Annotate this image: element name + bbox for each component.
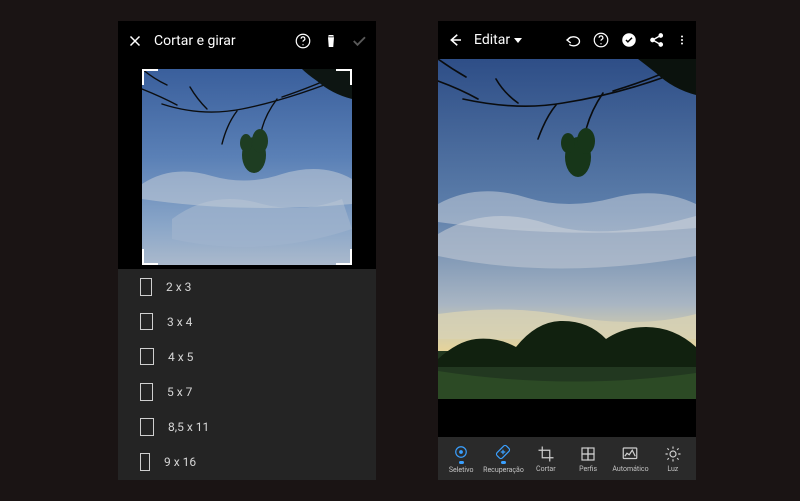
edit-screen: Editar [438,21,696,480]
selective-icon [452,443,470,461]
close-icon[interactable] [126,32,144,50]
edit-topbar: Editar [438,21,696,59]
auto-icon [621,445,639,463]
more-icon[interactable] [676,31,688,49]
crop-screen: Cortar e girar [118,21,376,480]
tool-label: Cortar [536,465,556,473]
ratio-box-icon [140,313,153,330]
help-icon[interactable] [592,31,610,49]
ratio-box-icon [140,453,150,471]
crop-handle-tl[interactable] [142,69,158,85]
aspect-ratio-list[interactable]: 2 x 3 3 x 4 4 x 5 5 x 7 8,5 x 11 9 x 16 [118,269,376,480]
ratio-label: 5 x 7 [167,385,192,399]
crop-stage [118,61,376,269]
confirm-icon[interactable] [350,32,368,50]
crop-handle-bl[interactable] [142,249,158,265]
photo-canvas[interactable] [438,59,696,399]
crop-handle-br[interactable] [336,249,352,265]
ratio-label: 8,5 x 11 [168,420,209,434]
ratio-2x3[interactable]: 2 x 3 [118,269,376,304]
edit-label-text: Editar [474,32,510,48]
tool-profiles[interactable]: Perfis [567,445,609,473]
ratio-5x7[interactable]: 5 x 7 [118,374,376,409]
tool-label: Perfis [579,465,597,473]
chevron-down-icon [514,38,522,43]
profiles-icon [579,445,597,463]
tool-label: Recuperação [483,466,524,474]
tool-light[interactable]: Luz [652,445,694,473]
tool-healing[interactable]: Recuperação [482,443,524,474]
back-icon[interactable] [446,31,464,49]
photo-padding [438,399,696,437]
share-icon[interactable] [648,31,666,49]
ratio-box-icon [140,383,153,401]
tool-label: Luz [667,465,678,473]
tool-label: Seletivo [449,466,474,474]
crop-topbar: Cortar e girar [118,21,376,61]
ratio-box-icon [140,418,154,436]
ratio-box-icon [140,348,154,365]
ratio-label: 3 x 4 [167,315,192,329]
tool-label: Automático [612,465,648,473]
healing-icon [494,443,512,461]
light-icon [664,445,682,463]
delete-icon[interactable] [322,32,340,50]
crop-handle-tr[interactable] [336,69,352,85]
ratio-9x16[interactable]: 9 x 16 [118,444,376,479]
edit-tools-bar: Seletivo Recuperação Cortar Perfis Au [438,437,696,480]
ratio-box-icon [140,278,152,296]
tool-auto[interactable]: Automático [609,445,651,473]
crop-title: Cortar e girar [154,33,236,49]
undo-icon[interactable] [564,31,582,49]
crop-frame[interactable] [142,69,352,265]
confirm-circle-icon[interactable] [620,31,638,49]
ratio-85x11[interactable]: 8,5 x 11 [118,409,376,444]
ratio-label: 2 x 3 [166,280,191,294]
ratio-label: 9 x 16 [164,455,196,469]
ratio-4x5[interactable]: 4 x 5 [118,339,376,374]
edit-dropdown[interactable]: Editar [474,32,522,48]
tool-crop[interactable]: Cortar [525,445,567,473]
crop-icon [537,445,555,463]
ratio-3x4[interactable]: 3 x 4 [118,304,376,339]
tool-selective[interactable]: Seletivo [440,443,482,474]
help-icon[interactable] [294,32,312,50]
ratio-label: 4 x 5 [168,350,193,364]
